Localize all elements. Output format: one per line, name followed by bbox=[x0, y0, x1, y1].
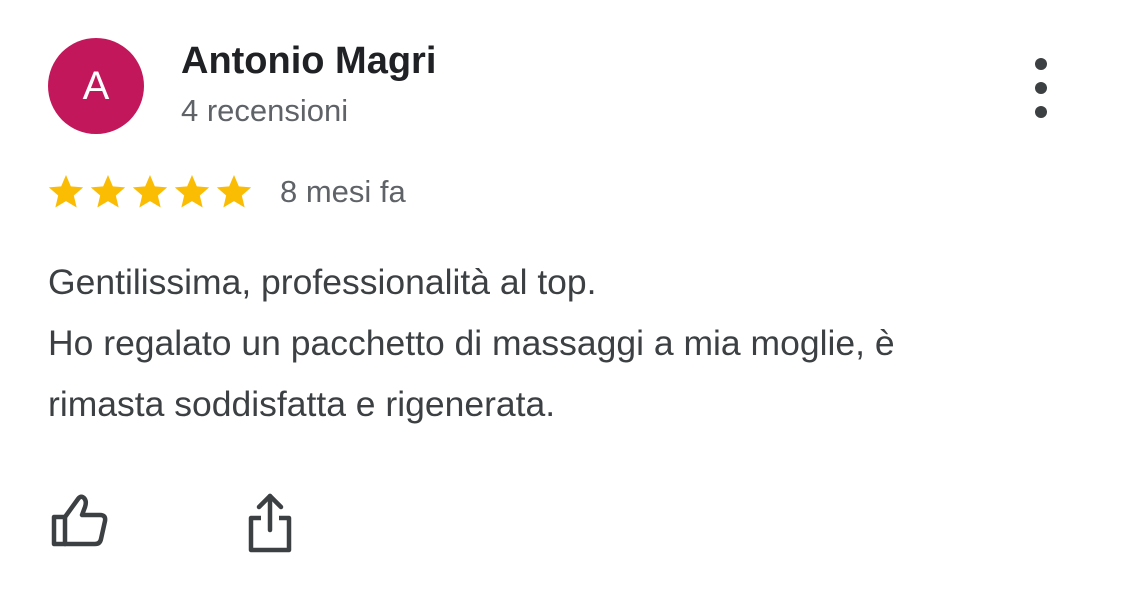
rating-row: 8 mesi fa bbox=[46, 170, 406, 214]
more-vert-icon bbox=[1035, 58, 1047, 70]
avatar[interactable]: A bbox=[48, 38, 144, 134]
more-vert-icon-dot bbox=[1035, 106, 1047, 118]
more-vert-icon-dot bbox=[1035, 82, 1047, 94]
review-text: Gentilissima, professionalità al top. Ho… bbox=[48, 252, 1088, 435]
review-date: 8 mesi fa bbox=[280, 174, 406, 209]
more-options-button[interactable] bbox=[1020, 58, 1062, 118]
review-count[interactable]: 4 recensioni bbox=[181, 93, 348, 129]
star-icon bbox=[174, 175, 210, 208]
star-rating bbox=[46, 172, 256, 212]
author-name[interactable]: Antonio Magri bbox=[181, 40, 436, 83]
thumbs-up-icon bbox=[51, 494, 108, 547]
review-text-line: Ho regalato un pacchetto di massaggi a m… bbox=[48, 323, 895, 363]
review-card: A Antonio Magri 4 recensioni 8 mesi fa G… bbox=[0, 0, 1125, 608]
share-icon bbox=[248, 493, 292, 553]
star-icon bbox=[216, 175, 252, 208]
like-button[interactable] bbox=[50, 490, 110, 550]
share-button[interactable] bbox=[244, 490, 296, 556]
star-icon bbox=[90, 175, 126, 208]
review-text-line: rimasta soddisfatta e rigenerata. bbox=[48, 384, 556, 424]
star-icon bbox=[48, 175, 84, 208]
review-text-line: Gentilissima, professionalità al top. bbox=[48, 262, 597, 302]
star-icon bbox=[132, 175, 168, 208]
avatar-initial: A bbox=[82, 64, 110, 108]
